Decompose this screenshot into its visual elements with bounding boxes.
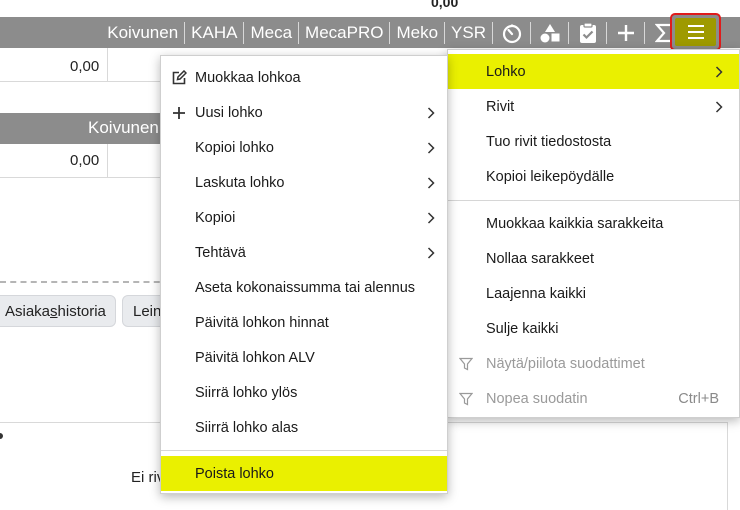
dashed-separator [0, 281, 170, 283]
menu-item-copy[interactable]: Kopioi [161, 200, 447, 235]
plus-icon [170, 104, 188, 122]
row-divider [0, 81, 160, 82]
menu-item-label: Poista lohko [195, 465, 274, 482]
tab-koivunen[interactable]: Koivunen [101, 23, 184, 43]
menu-item-copy-block[interactable]: Kopioi lohko [161, 130, 447, 165]
chevron-right-icon [425, 246, 437, 260]
shapes-icon[interactable] [531, 17, 568, 48]
menu-item-move-up[interactable]: Siirrä lohko ylös [161, 375, 447, 410]
menu-item-label: Laskuta lohko [195, 174, 285, 191]
menu-item-label: Kopioi lohko [195, 139, 274, 156]
second-block-header: Koivunen [0, 113, 170, 144]
edit-icon [170, 69, 188, 87]
menu-item-label: Uusi lohko [195, 104, 263, 121]
keyboard-shortcut: Ctrl+B [678, 390, 719, 407]
tab-meko[interactable]: Meko [390, 23, 444, 43]
chevron-right-icon [713, 100, 725, 114]
menu-item-label: Sulje kaikki [486, 320, 559, 337]
menu-divider [448, 200, 739, 201]
tab-kaha[interactable]: KAHA [185, 23, 243, 43]
pill-label-prefix: Asiaka [5, 303, 51, 320]
menu-item-label: Laajenna kaikki [486, 285, 586, 302]
column-total: 0,00 [431, 0, 459, 10]
menu-item-expand-all[interactable]: Laajenna kaikki [448, 276, 739, 311]
filter-icon [457, 390, 475, 408]
menu-item-label: Aseta kokonaissumma tai alennus [195, 279, 416, 296]
menu-item-collapse-all[interactable]: Sulje kaikki [448, 311, 739, 346]
menu-item-label: Kopioi [195, 209, 236, 226]
menu-item-label: Siirrä lohko ylös [195, 384, 298, 401]
timer-icon[interactable] [493, 17, 530, 48]
clipboard-check-icon[interactable] [569, 17, 606, 48]
block-submenu: Muokkaa lohkoa Uusi lohko Kopioi lohko L… [160, 55, 448, 494]
menu-item-quick-filter[interactable]: Nopea suodatin Ctrl+B [448, 381, 739, 416]
chevron-right-icon [425, 141, 437, 155]
menu-item-new-block[interactable]: Uusi lohko [161, 95, 447, 130]
menu-item-lohko[interactable]: Lohko [448, 54, 739, 89]
chevron-right-icon [425, 211, 437, 225]
menu-item-label: Päivitä lohkon ALV [195, 349, 315, 366]
menu-divider [161, 450, 447, 451]
tab-ysr[interactable]: YSR [445, 23, 492, 43]
chevron-right-icon [425, 176, 437, 190]
menu-item-rivit[interactable]: Rivit [448, 89, 739, 124]
filter-icon [457, 355, 475, 373]
chevron-right-icon [713, 65, 725, 79]
plus-icon[interactable] [607, 17, 644, 48]
cell-divider [107, 48, 108, 81]
menu-item-label: Tuo rivit tiedostosta [486, 133, 612, 150]
menu-item-label: Lohko [486, 63, 526, 80]
menu-item-edit-columns[interactable]: Muokkaa kaikkia sarakkeita [448, 206, 739, 241]
menu-item-label: Tehtävä [195, 244, 246, 261]
menu-item-move-down[interactable]: Siirrä lohko alas [161, 410, 447, 445]
menu-item-edit-block[interactable]: Muokkaa lohkoa [161, 60, 447, 95]
main-menu: Lohko Rivit Tuo rivit tiedostosta Kopioi… [447, 49, 740, 418]
menu-item-label: Muokkaa kaikkia sarakkeita [486, 215, 664, 232]
hamburger-menu-icon [675, 18, 716, 46]
menu-item-label: Kopioi leikepöydälle [486, 168, 615, 185]
menu-item-delete-block[interactable]: Poista lohko [161, 456, 447, 491]
menu-item-label: Nopea suodatin [486, 390, 588, 407]
menu-item-label: Nollaa sarakkeet [486, 250, 594, 267]
row-value: 0,00 [70, 152, 100, 169]
menu-item-label: Siirrä lohko alas [195, 419, 299, 436]
menu-item-task[interactable]: Tehtävä [161, 235, 447, 270]
menu-item-toggle-filters[interactable]: Näytä/piilota suodattimet [448, 346, 739, 381]
pill-label-accesskey: s [50, 303, 58, 320]
menu-item-set-total-discount[interactable]: Aseta kokonaissumma tai alennus [161, 270, 447, 305]
chevron-right-icon [425, 106, 437, 120]
menu-item-invoice-block[interactable]: Laskuta lohko [161, 165, 447, 200]
row-value: 0,00 [70, 58, 100, 75]
menu-item-label: Näytä/piilota suodattimet [486, 355, 645, 372]
tab-meca[interactable]: Meca [244, 23, 298, 43]
pill-label-suffix: historia [57, 303, 106, 320]
menu-item-update-prices[interactable]: Päivitä lohkon hinnat [161, 305, 447, 340]
menu-item-copy-clipboard[interactable]: Kopioi leikepöydälle [448, 159, 739, 194]
row-divider [0, 177, 160, 178]
menu-item-label: Muokkaa lohkoa [195, 69, 301, 86]
tab-mecapro[interactable]: MecaPRO [299, 23, 389, 43]
block-header-toolbar: Koivunen KAHA Meca MecaPRO Meko YSR [0, 17, 740, 48]
cell-divider [107, 144, 108, 177]
menu-item-reset-columns[interactable]: Nollaa sarakkeet [448, 241, 739, 276]
menu-item-label: Päivitä lohkon hinnat [195, 314, 329, 331]
customer-history-button[interactable]: Asiakashistoria [0, 295, 116, 327]
menu-item-label: Rivit [486, 98, 515, 115]
hamburger-menu-button[interactable] [670, 13, 721, 51]
menu-item-import-rows[interactable]: Tuo rivit tiedostosta [448, 124, 739, 159]
menu-item-update-vat[interactable]: Päivitä lohkon ALV [161, 340, 447, 375]
